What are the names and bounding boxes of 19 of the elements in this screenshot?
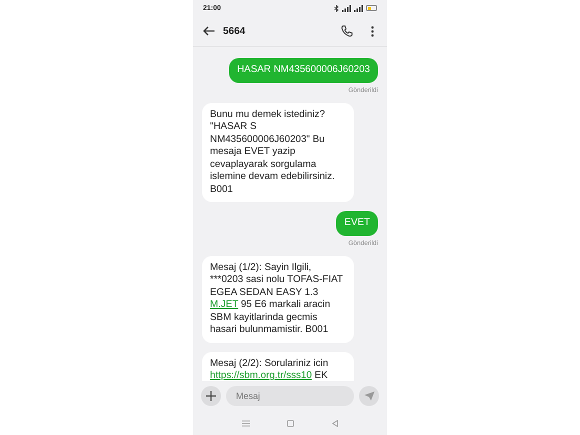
signal-icon (342, 4, 351, 12)
received-message: Mesaj (2/2): Sorulariniz icin https://sbm.org.tr/sss10 EK (202, 352, 354, 381)
back-arrow-icon[interactable] (203, 26, 215, 36)
received-message: Mesaj (1/2): Sayin Ilgili, ***0203 sasi nolu TOFAS-FIAT EGEA SEDAN EASY 1.3 M.JET 95 E6 markali aracin SBM kayitlarinda gecmis hasari bulunmamistir. B001 (202, 256, 354, 342)
sent-message: HASAR NM435600006J60203 (229, 58, 378, 82)
bluetooth-icon (334, 4, 339, 12)
contact-title: 5664 (223, 26, 246, 36)
battery-icon (366, 5, 377, 11)
message-field[interactable]: Mesaj (226, 386, 354, 406)
send-icon (364, 391, 374, 401)
received-message: Bunu mu demek istediniz? "HASAR S NM435600006J60203" Bu mesaja EVET yazip cevaplayarak sorgulama islemine devam edebilirsiniz. B001 (202, 102, 354, 202)
message-link[interactable]: M.JET (210, 299, 238, 310)
plus-icon (206, 391, 216, 401)
message-link[interactable]: https://sbm.org.tr/sss10 (210, 370, 312, 381)
signal-icon (354, 4, 363, 12)
more-options-icon[interactable] (371, 26, 374, 36)
sent-message: EVET (336, 211, 378, 236)
add-button[interactable] (201, 386, 221, 406)
phone-icon[interactable] (341, 25, 353, 37)
